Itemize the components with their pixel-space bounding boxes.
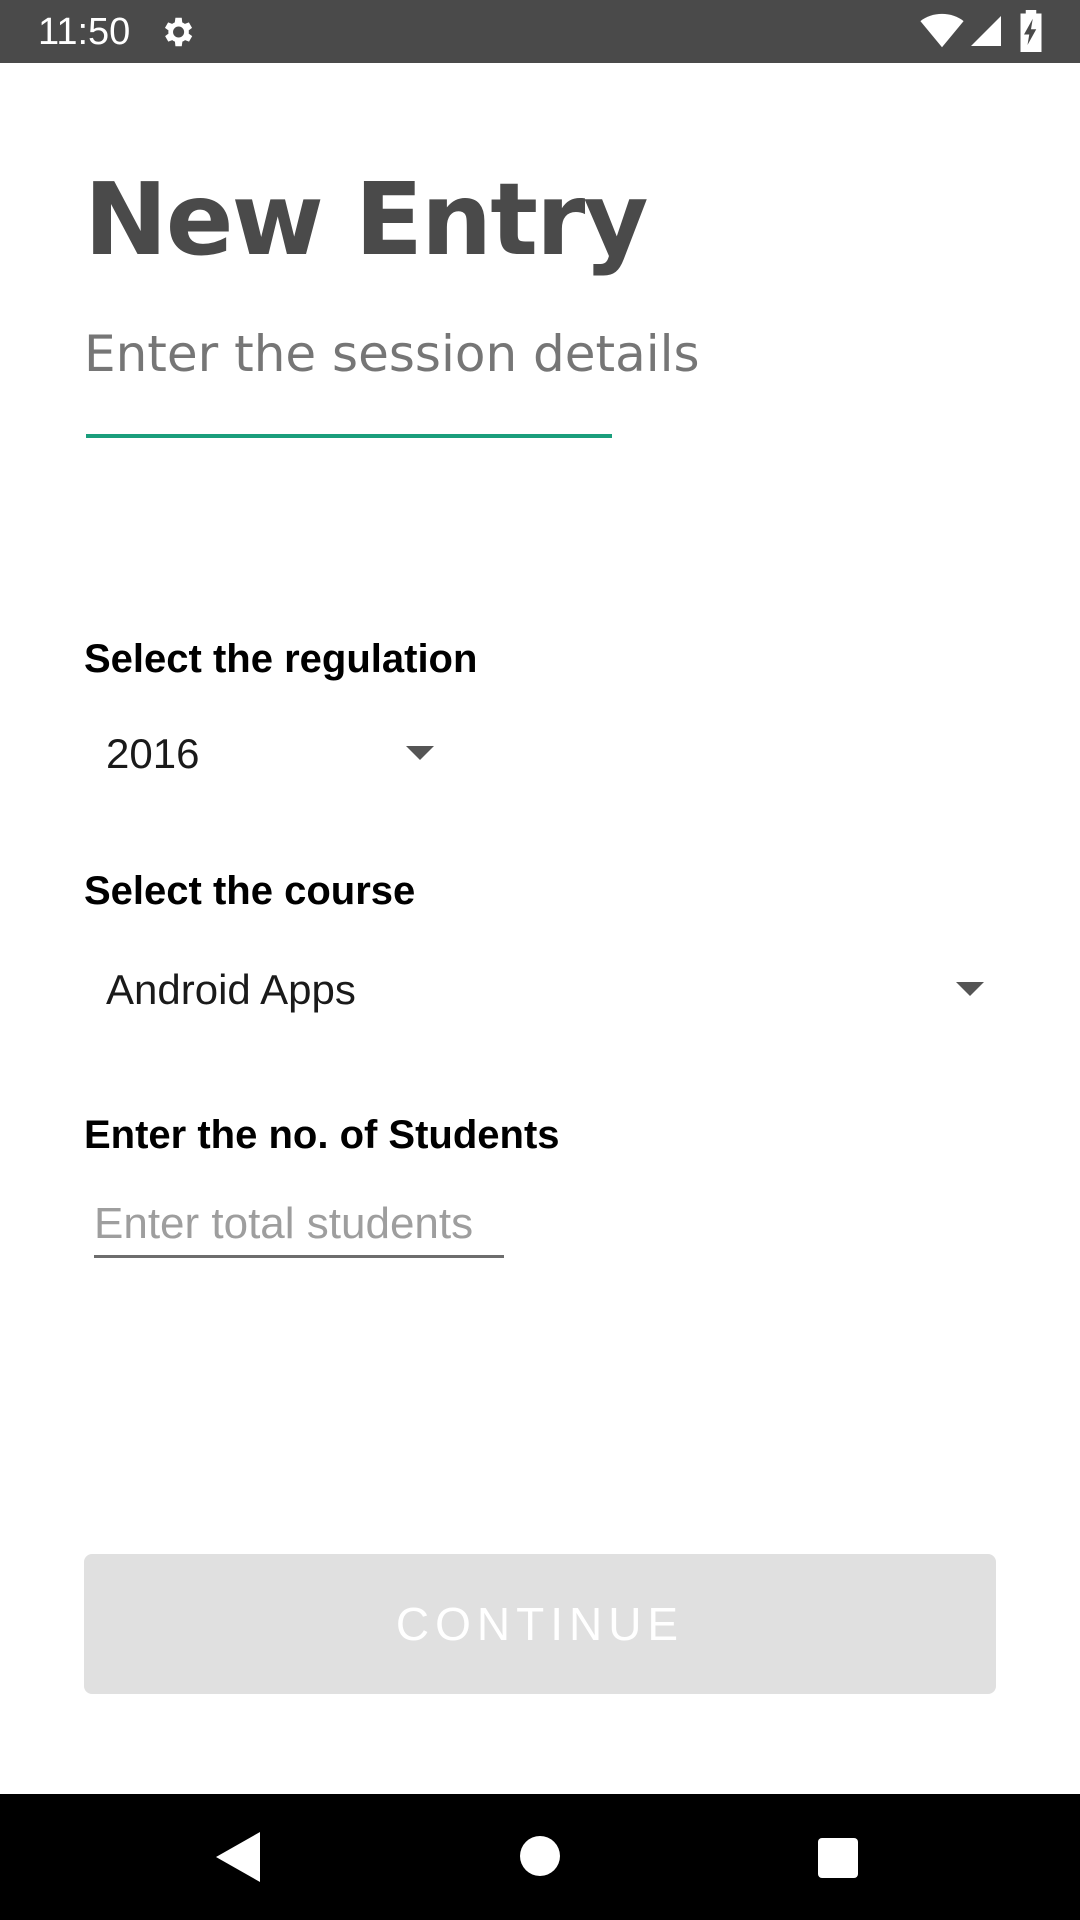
status-time: 11:50 (38, 11, 131, 53)
course-dropdown[interactable]: Android Apps (84, 942, 1004, 1038)
status-bar: 11:50 (0, 0, 1080, 63)
back-icon[interactable] (216, 1832, 260, 1882)
battery-charging-icon (1020, 10, 1042, 52)
dropdown-arrow-icon (406, 746, 434, 760)
course-selected-value: Android Apps (106, 966, 356, 1013)
continue-button[interactable]: CONTINUE (84, 1554, 996, 1694)
students-input[interactable] (94, 1192, 504, 1258)
title-underline (86, 434, 612, 438)
home-icon[interactable] (520, 1836, 560, 1876)
continue-label: CONTINUE (395, 1598, 685, 1650)
regulation-label: Select the regulation (84, 637, 478, 681)
page-title: New Entry (84, 161, 649, 278)
dropdown-arrow-icon (956, 982, 984, 996)
recents-icon[interactable] (818, 1838, 858, 1878)
students-label: Enter the no. of Students (84, 1113, 560, 1157)
gear-icon (164, 17, 193, 47)
wifi-icon (920, 13, 964, 48)
signal-icon (971, 16, 1001, 46)
regulation-selected-value: 2016 (106, 730, 200, 777)
navigation-bar (0, 1794, 1080, 1920)
regulation-dropdown[interactable]: 2016 (84, 706, 454, 802)
course-label: Select the course (84, 869, 416, 913)
page-subtitle: Enter the session details (84, 325, 700, 383)
